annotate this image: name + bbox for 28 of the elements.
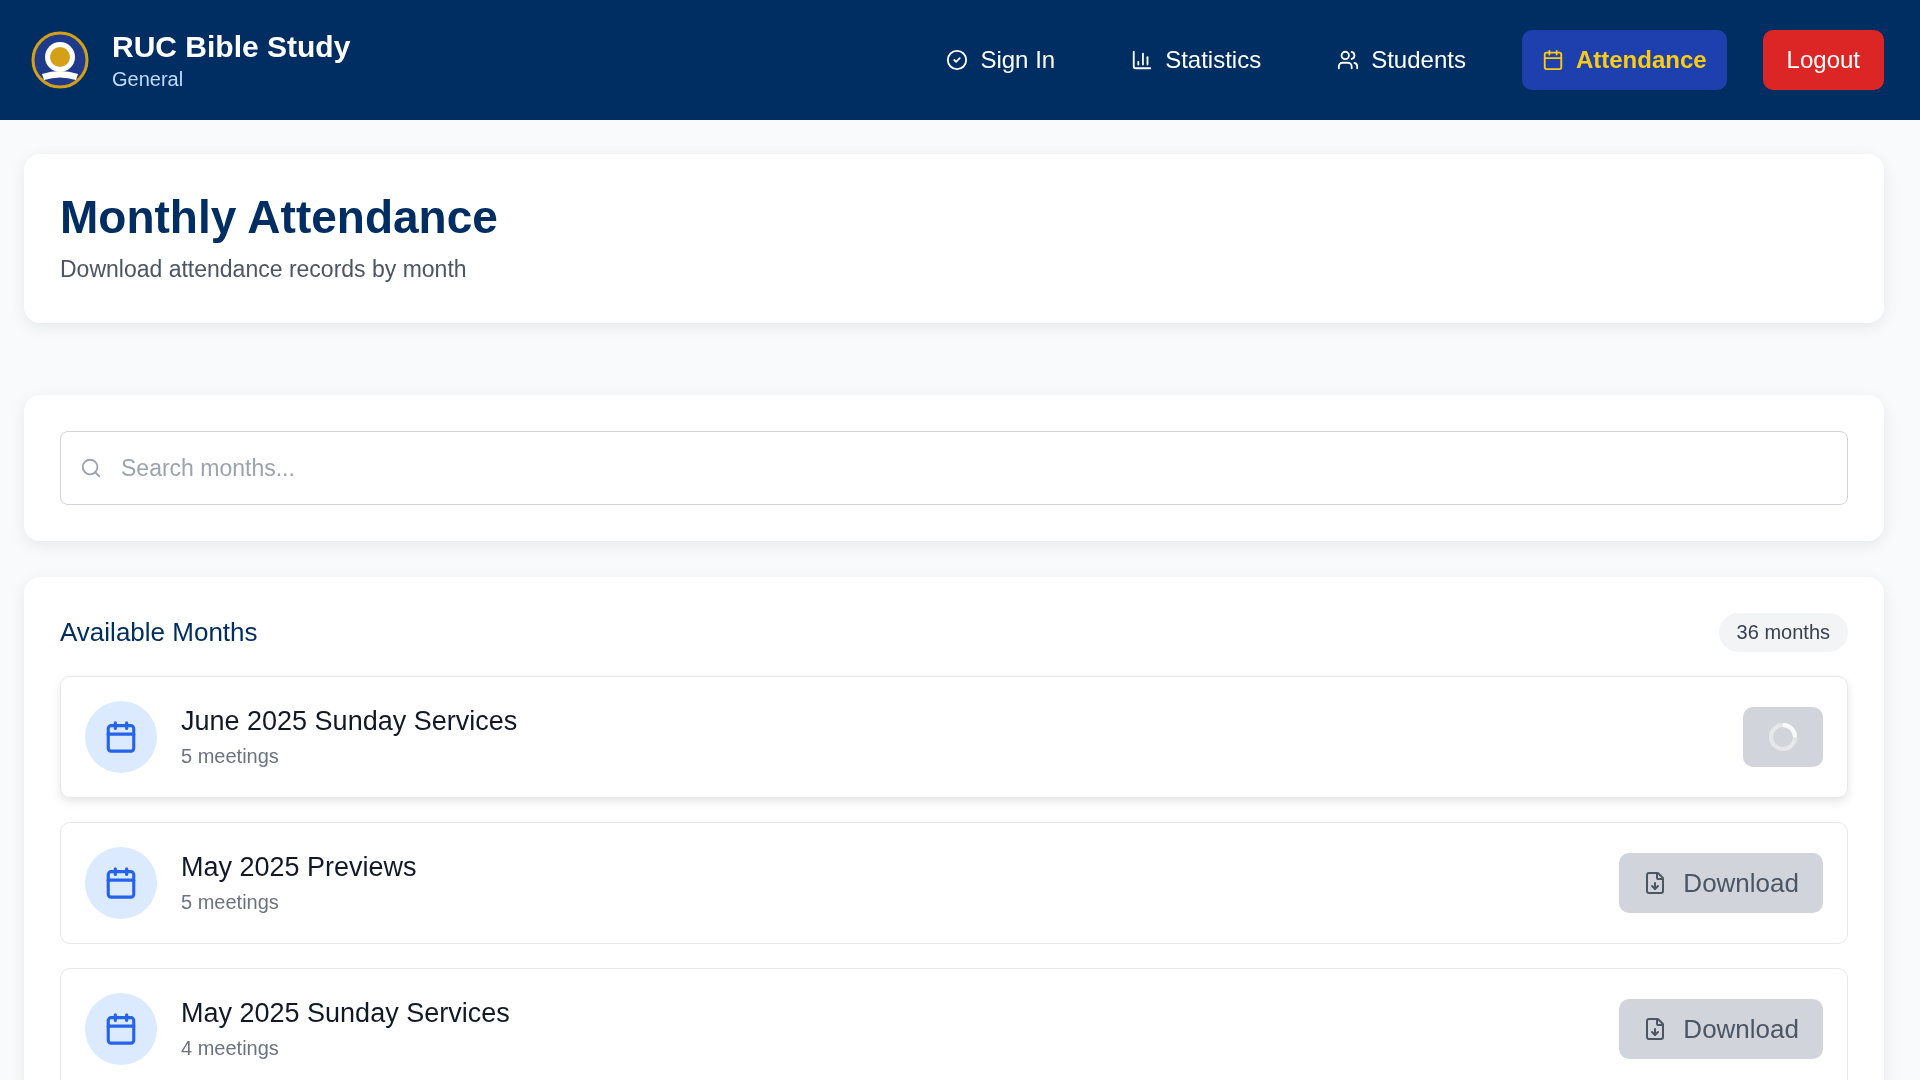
month-title: June 2025 Sunday Services <box>181 706 519 737</box>
logout-button[interactable]: Logout <box>1762 30 1884 90</box>
check-circle-icon <box>946 49 969 71</box>
meeting-count: 5 meetings <box>181 745 280 768</box>
page-subtitle: Download attendance records by month <box>60 256 468 283</box>
people-icon <box>1337 49 1360 71</box>
download-button[interactable]: Download <box>1619 999 1823 1059</box>
loading-button[interactable] <box>1743 707 1823 767</box>
seal-logo-icon <box>30 30 90 90</box>
meeting-count: 5 meetings <box>181 891 280 914</box>
app-title: RUC Bible Study <box>112 29 351 64</box>
search-field[interactable]: Search months... <box>60 431 1848 505</box>
page-title: Monthly Attendance <box>60 190 499 244</box>
month-count-badge: 36 months <box>1718 613 1848 652</box>
month-title: May 2025 Previews <box>181 852 418 883</box>
search-icon <box>80 457 102 479</box>
nav-link[interactable]: Attendance <box>1521 30 1727 90</box>
month-title: May 2025 Sunday Services <box>181 998 511 1029</box>
meeting-count: 4 meetings <box>181 1037 280 1060</box>
app-subtitle: General <box>112 67 185 91</box>
download-button[interactable]: Download <box>1619 853 1823 913</box>
nav-link[interactable]: Students <box>1317 30 1486 90</box>
bar-chart-icon <box>1131 49 1154 71</box>
section-title: Available Months <box>60 617 258 648</box>
nav-link[interactable]: Statistics <box>1111 30 1282 90</box>
nav-link[interactable]: Sign In <box>926 30 1076 90</box>
spinner-icon <box>1767 721 1799 753</box>
calendar-icon <box>1541 49 1564 71</box>
